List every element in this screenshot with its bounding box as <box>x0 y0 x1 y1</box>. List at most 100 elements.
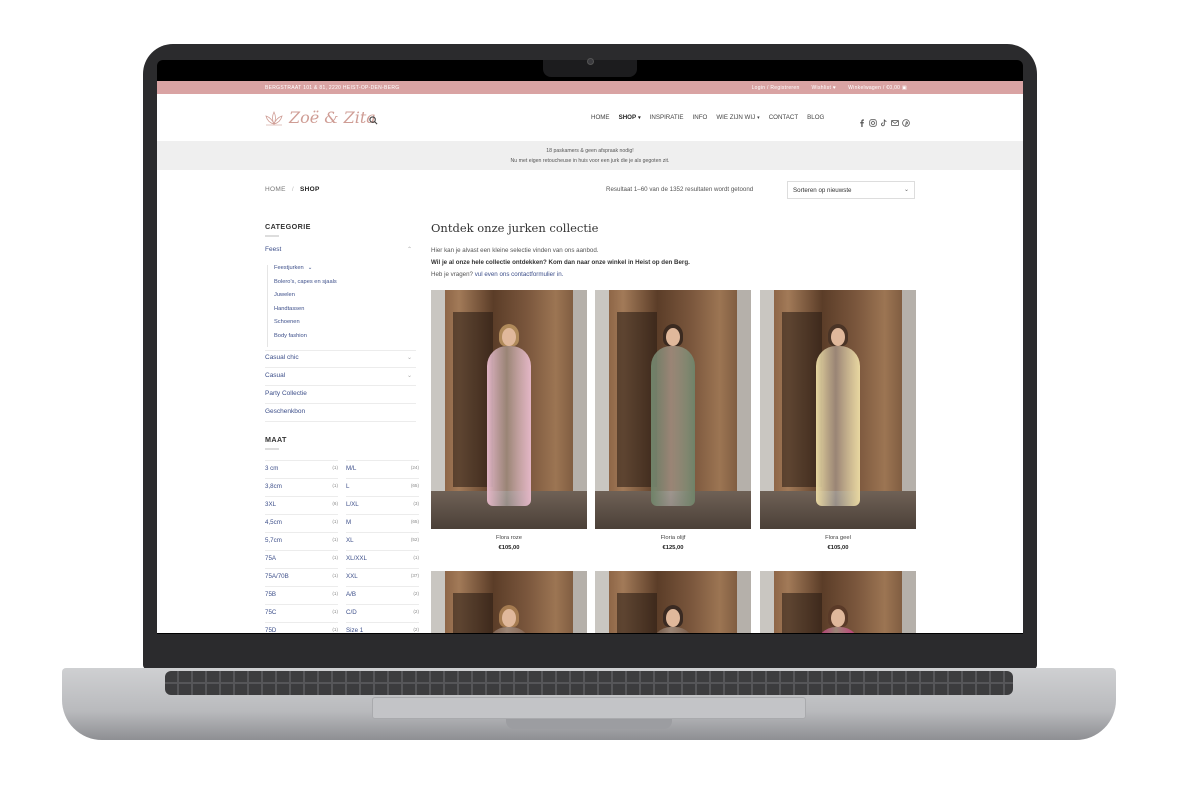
intro-line-3: Heb je vragen? vul even ons contactformu… <box>431 269 690 281</box>
laptop-trackpad <box>372 697 806 719</box>
login-link[interactable]: Login / Registreren <box>752 85 800 91</box>
cart-link[interactable]: Winkelwagen / €0,00 ▣ <box>848 85 907 91</box>
size-count: (2) <box>413 591 419 596</box>
size-label: 5,7cm <box>265 537 282 544</box>
product-image[interactable] <box>760 290 916 529</box>
main-navigation: HOME SHOP ▾ INSPIRATIE INFO WIE ZIJN WIJ ▾ CONT… <box>591 114 824 121</box>
subcategory-item[interactable]: Juwelen <box>274 292 387 306</box>
search-icon[interactable] <box>369 112 378 130</box>
subcategory-item[interactable]: Schoenen <box>274 319 387 333</box>
size-divider <box>265 514 338 515</box>
size-filter-item[interactable]: M/L (24) <box>346 465 419 472</box>
category-divider <box>265 385 416 386</box>
size-label: 3XL <box>265 501 277 508</box>
nav-item-wie-zijn-wij[interactable]: WIE ZIJN WIJ ▾ <box>716 114 759 121</box>
chevron-down-icon[interactable]: ⌄ <box>308 265 313 271</box>
lotus-icon <box>265 110 283 125</box>
subcategory-item[interactable]: Feestjurken ⌄ <box>274 265 387 279</box>
category-label: Party Collectie <box>265 390 307 397</box>
chevron-up-icon[interactable]: ⌃ <box>407 246 412 253</box>
nav-item-blog[interactable]: BLOG <box>807 114 824 121</box>
product-price: €105,00 <box>827 545 849 551</box>
size-filter-item[interactable]: 4,5cm (1) <box>265 519 338 526</box>
mail-icon[interactable] <box>891 114 899 126</box>
nav-item-label: CONTACT <box>768 114 799 121</box>
category-divider <box>265 350 416 351</box>
subcategory-item[interactable]: Body fashion <box>274 333 387 347</box>
size-filter-item[interactable]: 3 cm (1) <box>265 465 338 472</box>
product-image[interactable] <box>431 290 587 529</box>
sidebar-category-feest[interactable]: Feest ⌃ <box>265 246 416 253</box>
laptop-keyboard <box>165 671 1013 695</box>
size-filter-item[interactable]: L (65) <box>346 483 419 490</box>
size-filter-item[interactable]: C/D (2) <box>346 609 419 616</box>
size-heading: MAAT <box>265 435 287 444</box>
size-filter-item[interactable]: L/XL (3) <box>346 501 419 508</box>
nav-item-info[interactable]: INFO <box>693 114 708 121</box>
subcategory-label: Body fashion <box>274 332 307 339</box>
size-divider <box>346 496 419 497</box>
size-label: 75B <box>265 591 277 598</box>
size-filter-item[interactable]: A/B (2) <box>346 591 419 598</box>
subcategory-label: Bolero's, capes en sjaals <box>274 278 337 285</box>
size-filter-item[interactable]: 3XL (6) <box>265 501 338 508</box>
nav-item-home[interactable]: HOME <box>591 114 610 121</box>
nav-item-contact[interactable]: CONTACT <box>769 114 798 121</box>
size-filter-item[interactable]: XL/XXL (1) <box>346 555 419 562</box>
heading-underline <box>265 235 279 237</box>
breadcrumb-home[interactable]: HOME <box>265 186 286 193</box>
size-filter-item[interactable]: 75A/70B (1) <box>265 573 338 580</box>
tiktok-icon[interactable] <box>880 114 888 127</box>
site-logo[interactable]: Zoë & Zita <box>264 108 376 127</box>
size-filter-item[interactable]: 75B (1) <box>265 591 338 598</box>
sidebar-category-party-collectie[interactable]: Party Collectie <box>265 390 416 397</box>
facebook-icon[interactable] <box>858 114 866 127</box>
nav-item-label: BLOG <box>807 114 825 121</box>
wall-left <box>431 571 445 633</box>
product-image[interactable] <box>595 290 751 529</box>
size-filter-item[interactable]: M (65) <box>346 519 419 526</box>
size-divider <box>346 478 419 479</box>
size-label: Size 1 <box>346 627 364 633</box>
product-name[interactable]: Flora geel <box>760 535 916 541</box>
product-name[interactable]: Floria olijf <box>595 535 751 541</box>
model-dress <box>487 346 531 506</box>
product-image[interactable] <box>595 571 751 633</box>
sidebar-category-geschenkbon[interactable]: Geschenkbon <box>265 408 416 415</box>
product-name[interactable]: Flora roze <box>431 535 587 541</box>
sidebar-category-casual-chic[interactable]: Casual chic ⌄ <box>265 354 416 361</box>
size-filter-item[interactable]: 75A (1) <box>265 555 338 562</box>
subcategory-item[interactable]: Handtassen <box>274 306 387 320</box>
size-label: M <box>346 519 352 526</box>
chevron-down-icon[interactable]: ⌄ <box>407 354 412 361</box>
size-filter-item[interactable]: XL (52) <box>346 537 419 544</box>
product-image[interactable] <box>760 571 916 633</box>
size-filter-item[interactable]: Size 1 (2) <box>346 627 419 633</box>
size-filter-item[interactable]: 3,8cm (1) <box>265 483 338 490</box>
size-filter-item[interactable]: XXL (37) <box>346 573 419 580</box>
size-filter-item[interactable]: 5,7cm (1) <box>265 537 338 544</box>
size-count: (1) <box>332 555 338 560</box>
chevron-down-icon[interactable]: ⌄ <box>407 372 412 379</box>
category-divider <box>265 367 416 368</box>
intro-line-2: Wil je al onze hele collectie ontdekken?… <box>431 258 690 266</box>
contact-form-link[interactable]: vul even ons contactformulier in. <box>475 271 564 278</box>
size-filter-item[interactable]: 75D (1) <box>265 627 338 633</box>
nav-item-shop[interactable]: SHOP ▾ <box>619 114 641 121</box>
category-label: Casual <box>265 372 286 379</box>
sidebar-category-casual[interactable]: Casual ⌄ <box>265 372 416 379</box>
size-count: (1) <box>332 537 338 542</box>
size-divider <box>265 622 338 623</box>
nav-item-label: WIE ZIJN WIJ <box>716 114 756 121</box>
nav-item-inspiratie[interactable]: INSPIRATIE <box>650 114 684 121</box>
wishlist-link[interactable]: Wishlist ♥ <box>812 85 837 91</box>
size-divider <box>265 532 338 533</box>
instagram-icon[interactable] <box>869 114 877 127</box>
sort-select[interactable]: Sorteren op nieuwste ⌄ <box>787 181 915 199</box>
size-filter-item[interactable]: 75C (1) <box>265 609 338 616</box>
wall-left <box>760 571 774 633</box>
pinterest-icon[interactable] <box>902 114 910 127</box>
subcategory-item[interactable]: Bolero's, capes en sjaals <box>274 279 387 293</box>
breadcrumb-current: SHOP <box>300 186 320 193</box>
product-image[interactable] <box>431 571 587 633</box>
